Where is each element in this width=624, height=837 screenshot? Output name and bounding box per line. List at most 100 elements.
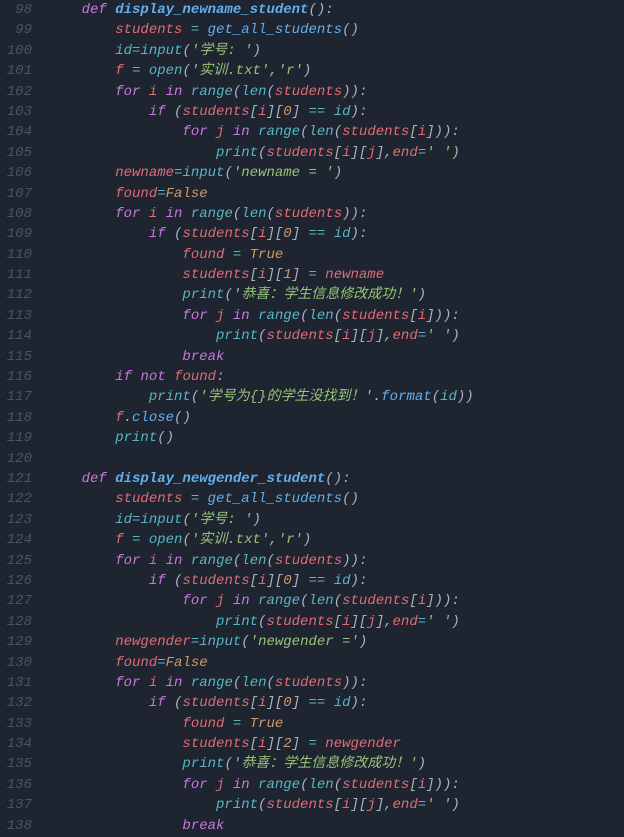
token: '学号为{}的学生没找到！' <box>199 389 373 405</box>
line-number: 122 <box>0 489 32 509</box>
code-editor[interactable]: 9899100101102103104105106107108109110111… <box>0 0 624 836</box>
code-line[interactable]: found = True <box>48 245 624 265</box>
code-line[interactable]: for i in range(len(students)): <box>48 204 624 224</box>
token: i <box>418 777 426 793</box>
line-number: 105 <box>0 143 32 163</box>
token: in <box>233 777 250 793</box>
code-line[interactable]: id=input('学号: ') <box>48 41 624 61</box>
code-line[interactable]: for i in range(len(students)): <box>48 82 624 102</box>
code-line[interactable]: f = open('实训.txt','r') <box>48 61 624 81</box>
code-line[interactable]: found=False <box>48 184 624 204</box>
token <box>48 328 216 344</box>
code-line[interactable]: id=input('学号: ') <box>48 510 624 530</box>
token: students <box>275 84 342 100</box>
token: ][ <box>266 736 283 752</box>
code-line[interactable]: print() <box>48 428 624 448</box>
token: print <box>182 756 224 772</box>
code-line[interactable]: found = True <box>48 714 624 734</box>
code-line[interactable] <box>48 449 624 469</box>
line-number: 113 <box>0 306 32 326</box>
code-line[interactable]: for j in range(len(students[i])): <box>48 306 624 326</box>
code-line[interactable]: for j in range(len(students[i])): <box>48 591 624 611</box>
code-line[interactable]: if not found: <box>48 367 624 387</box>
token: () <box>174 410 191 426</box>
token: ])): <box>426 593 460 609</box>
token: newname <box>115 165 174 181</box>
code-line[interactable]: print(students[i][j],end=' ') <box>48 143 624 163</box>
token: i <box>418 124 426 140</box>
code-line[interactable]: students = get_all_students() <box>48 489 624 509</box>
token: ( <box>182 532 190 548</box>
token: ( <box>267 675 275 691</box>
code-line[interactable]: break <box>48 816 624 836</box>
token <box>48 410 115 426</box>
token: students <box>266 328 333 344</box>
token: newgender <box>115 634 191 650</box>
code-line[interactable]: break <box>48 347 624 367</box>
token: True <box>250 247 284 263</box>
code-area[interactable]: def display_newname_student(): students … <box>48 0 624 836</box>
token: f <box>115 410 123 426</box>
token: 0 <box>283 573 291 589</box>
code-line[interactable]: newname=input('newname = ') <box>48 163 624 183</box>
token <box>250 593 258 609</box>
code-line[interactable]: print('恭喜：学生信息修改成功！') <box>48 285 624 305</box>
code-line[interactable]: print(students[i][j],end=' ') <box>48 612 624 632</box>
code-line[interactable]: f = open('实训.txt','r') <box>48 530 624 550</box>
token: if <box>149 226 166 242</box>
code-line[interactable]: if (students[i][0] == id): <box>48 693 624 713</box>
code-line[interactable]: for j in range(len(students[i])): <box>48 122 624 142</box>
token: students <box>266 797 333 813</box>
code-line[interactable]: if (students[i][0] == id): <box>48 102 624 122</box>
token: [ <box>334 797 342 813</box>
token <box>199 22 207 38</box>
token: for <box>115 206 140 222</box>
token: i <box>149 84 157 100</box>
code-line[interactable]: def display_newname_student(): <box>48 0 624 20</box>
token: if <box>149 104 166 120</box>
code-line[interactable]: print('恭喜：学生信息修改成功！') <box>48 754 624 774</box>
token <box>241 247 249 263</box>
code-line[interactable]: def display_newgender_student(): <box>48 469 624 489</box>
code-line[interactable]: print('学号为{}的学生没找到！'.format(id)) <box>48 387 624 407</box>
code-line[interactable]: for i in range(len(students)): <box>48 673 624 693</box>
token: [ <box>409 777 417 793</box>
code-line[interactable]: students[i][1] = newname <box>48 265 624 285</box>
token <box>124 532 132 548</box>
token: ] <box>292 267 309 283</box>
token: ) <box>303 532 311 548</box>
code-line[interactable]: f.close() <box>48 408 624 428</box>
token: [ <box>250 736 258 752</box>
code-line[interactable]: for i in range(len(students)): <box>48 551 624 571</box>
token: ( <box>334 308 342 324</box>
code-line[interactable]: found=False <box>48 653 624 673</box>
token: range <box>191 675 233 691</box>
token: end <box>393 797 418 813</box>
code-line[interactable]: students[i][2] = newgender <box>48 734 624 754</box>
line-number: 121 <box>0 469 32 489</box>
code-line[interactable]: print(students[i][j],end=' ') <box>48 326 624 346</box>
code-line[interactable]: students = get_all_students() <box>48 20 624 40</box>
token: '恭喜：学生信息修改成功！' <box>233 756 418 772</box>
token: students <box>275 553 342 569</box>
line-number: 110 <box>0 245 32 265</box>
token: for <box>115 675 140 691</box>
token: id <box>115 43 132 59</box>
token: ) <box>359 634 367 650</box>
token <box>140 84 148 100</box>
token: i <box>418 593 426 609</box>
code-line[interactable]: for j in range(len(students[i])): <box>48 775 624 795</box>
line-number: 108 <box>0 204 32 224</box>
token: students <box>115 22 182 38</box>
token: ( <box>267 84 275 100</box>
code-line[interactable]: print(students[i][j],end=' ') <box>48 795 624 815</box>
code-line[interactable]: newgender=input('newgender =') <box>48 632 624 652</box>
token <box>224 593 232 609</box>
token: 1 <box>283 267 291 283</box>
code-line[interactable]: if (students[i][0] == id): <box>48 571 624 591</box>
token: students <box>342 124 409 140</box>
token <box>325 226 333 242</box>
code-line[interactable]: if (students[i][0] == id): <box>48 224 624 244</box>
token: for <box>115 84 140 100</box>
token: ][ <box>350 328 367 344</box>
